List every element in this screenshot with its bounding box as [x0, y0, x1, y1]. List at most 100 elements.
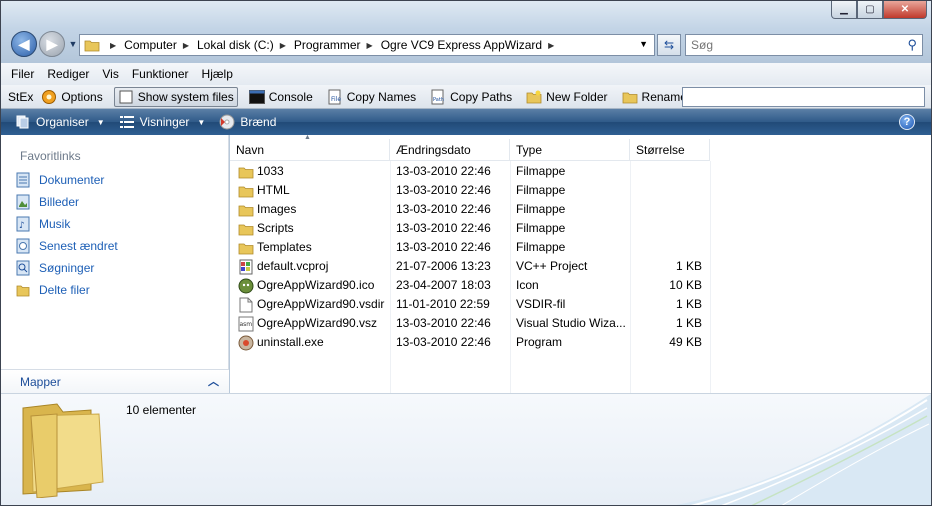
show-system-files-toggle[interactable]: Show system files	[113, 86, 238, 107]
breadcrumb-item-current[interactable]: Ogre VC9 Express AppWizard	[381, 38, 542, 52]
maximize-icon: ▢	[865, 4, 875, 15]
minimize-button[interactable]: ▁	[831, 1, 857, 19]
menu-item-tools[interactable]: Funktioner	[132, 67, 189, 81]
burn-button[interactable]: Brænd	[219, 114, 276, 130]
file-name-cell: default.vcproj	[230, 257, 390, 276]
new-folder-label: New Folder	[546, 89, 608, 104]
file-row[interactable]: Scripts 13-03-2010 22:46 Filmappe	[230, 219, 702, 238]
copy-names-label: Copy Names	[346, 89, 417, 104]
chevron-right-icon[interactable]: ▶	[280, 41, 286, 50]
rename-input[interactable]	[683, 88, 924, 106]
chevron-right-icon[interactable]: ▶	[110, 41, 116, 50]
caption-buttons: ▁ ▢ ✕	[831, 1, 927, 19]
file-row[interactable]: default.vcproj 21-07-2006 13:23 VC++ Proje…	[230, 257, 702, 276]
file-date: 13-03-2010 22:46	[396, 164, 491, 178]
pictures-icon	[15, 194, 31, 210]
nav-link-label: Delte filer	[39, 283, 90, 297]
file-row[interactable]: Images 13-03-2010 22:46 Filmappe	[230, 200, 702, 219]
help-button[interactable]: ?	[899, 114, 915, 130]
breadcrumb-item-local-disk[interactable]: Lokal disk (C:)	[197, 38, 274, 52]
file-row[interactable]: 1033 13-03-2010 22:46 Filmappe	[230, 162, 702, 181]
views-label: Visninger	[139, 115, 190, 129]
refresh-button[interactable]: ⇆	[657, 34, 681, 56]
details-pane: 10 elementer	[1, 393, 931, 505]
column-header-name[interactable]: ▲ Navn	[230, 134, 390, 161]
checkbox-icon	[118, 89, 134, 105]
file-row[interactable]: Templates 13-03-2010 22:46 Filmappe	[230, 238, 702, 257]
copy-names-button[interactable]: File Copy Names	[324, 87, 419, 107]
file-type: Icon	[516, 278, 539, 292]
back-button[interactable]: ◀	[11, 31, 37, 57]
address-dropdown-icon[interactable]: ▼	[639, 39, 648, 49]
file-row[interactable]: HTML 13-03-2010 22:46 Filmappe	[230, 181, 702, 200]
close-icon: ✕	[900, 4, 910, 15]
document-icon	[238, 297, 254, 313]
menu-item-file[interactable]: Filer	[11, 67, 34, 81]
close-button[interactable]: ✕	[883, 1, 927, 19]
file-row[interactable]: uninstall.exe 13-03-2010 22:46 Program 49 K…	[230, 333, 702, 352]
nav-link-searches[interactable]: Søgninger	[15, 260, 94, 276]
file-name-cell: Templates	[230, 238, 390, 257]
chevron-right-icon[interactable]: ▶	[183, 41, 189, 50]
chevron-right-icon[interactable]: ▶	[367, 41, 373, 50]
menu-item-view[interactable]: Vis	[102, 67, 118, 81]
search-icon[interactable]: ⚲	[907, 37, 917, 53]
breadcrumb-item-computer[interactable]: Computer	[124, 38, 177, 52]
forward-button[interactable]: ▶	[39, 31, 65, 57]
copy-paths-button[interactable]: Path Copy Paths	[427, 87, 515, 107]
new-folder-button[interactable]: New Folder	[523, 87, 610, 107]
nav-link-music[interactable]: ♪ Musik	[15, 216, 70, 232]
column-header-type[interactable]: Type	[510, 139, 630, 161]
views-button[interactable]: Visninger ▼	[119, 114, 205, 130]
menu-item-edit[interactable]: Rediger	[47, 67, 89, 81]
nav-link-documents[interactable]: Dokumenter	[15, 172, 104, 188]
uninstall-icon	[238, 335, 254, 351]
folder-icon	[238, 240, 254, 256]
options-button[interactable]: Options	[38, 87, 105, 107]
column-header-size[interactable]: Størrelse	[630, 139, 710, 161]
file-row[interactable]: asm OgreAppWizard90.vsz 13-03-2010 22:46 Vi…	[230, 314, 702, 333]
search-input[interactable]	[686, 35, 886, 55]
vcproj-icon	[238, 259, 254, 275]
breadcrumb-item-programmer[interactable]: Programmer	[294, 38, 361, 52]
file-name-cell: Scripts	[230, 219, 390, 238]
new-folder-icon	[526, 89, 542, 105]
recent-pages-dropdown[interactable]: ▼	[67, 39, 79, 49]
nav-link-shared[interactable]: Delte filer	[15, 282, 90, 298]
svg-text:File: File	[331, 96, 341, 103]
menu-item-help[interactable]: Hjælp	[202, 67, 233, 81]
file-date: 13-03-2010 22:46	[396, 335, 491, 349]
file-type: Filmappe	[516, 202, 566, 216]
file-size	[630, 219, 702, 238]
folders-toggle[interactable]: Mapper ︿	[1, 369, 229, 393]
asm-file-icon: asm	[238, 316, 254, 332]
chevron-down-icon: ▼	[96, 117, 105, 127]
console-button[interactable]: Console	[246, 87, 316, 107]
file-date: 11-01-2010 22:59	[396, 297, 490, 311]
address-bar[interactable]: ▶ Computer ▶ Lokal disk (C:) ▶ Programme…	[79, 34, 655, 56]
file-name: Templates	[257, 240, 312, 254]
rename-button[interactable]: Rename	[619, 87, 690, 107]
nav-link-recent[interactable]: Senest ændret	[15, 238, 118, 254]
rename-label: Rename	[641, 89, 687, 104]
chevron-right-icon[interactable]: ▶	[548, 41, 554, 50]
music-icon: ♪	[15, 216, 31, 232]
folders-label: Mapper	[20, 375, 61, 389]
file-type: Visual Studio Wiza...	[516, 316, 626, 330]
file-row[interactable]: OgreAppWizard90.vsdir 11-01-2010 22:59 VSD…	[230, 295, 702, 314]
chevron-up-icon: ︿	[208, 376, 219, 388]
file-type: Filmappe	[516, 183, 566, 197]
breadcrumb: ▶ Computer ▶ Lokal disk (C:) ▶ Programme…	[104, 38, 562, 52]
file-name: HTML	[257, 183, 290, 197]
options-label: Options	[61, 89, 103, 104]
file-name: uninstall.exe	[257, 335, 324, 349]
organise-button[interactable]: Organiser ▼	[15, 114, 105, 130]
nav-link-label: Musik	[39, 217, 71, 231]
file-row[interactable]: OgreAppWizard90.ico 23-04-2007 18:03 Icon 1…	[230, 276, 702, 295]
ogre-icon	[238, 278, 254, 294]
rename-field-box	[682, 87, 925, 107]
maximize-button[interactable]: ▢	[857, 1, 883, 19]
nav-link-pictures[interactable]: Billeder	[15, 194, 79, 210]
file-date: 13-03-2010 22:46	[396, 202, 491, 216]
column-header-date[interactable]: Ændringsdato	[390, 139, 510, 161]
